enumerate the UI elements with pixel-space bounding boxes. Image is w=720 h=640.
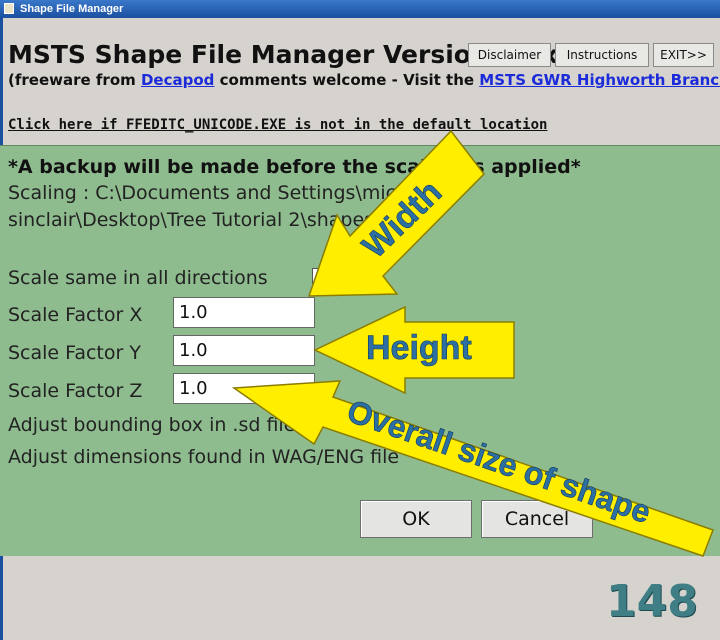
window-title: Shape File Manager	[20, 3, 124, 15]
exit-button[interactable]: EXIT>>	[653, 43, 714, 67]
scale-y-input[interactable]: 1.0	[173, 335, 315, 366]
backup-warning: *A backup will be made before the scalin…	[8, 156, 581, 178]
gwr-highworth-link[interactable]: MSTS GWR Highworth Branch	[479, 71, 720, 89]
window-titlebar: Shape File Manager	[0, 0, 720, 18]
page-number: 148	[606, 576, 698, 627]
scale-x-input[interactable]: 1.0	[173, 297, 315, 328]
scale-x-label: Scale Factor X	[8, 304, 143, 326]
decapod-link[interactable]: Decapod	[141, 71, 214, 89]
scaling-path: Scaling : C:\Documents and Settings\mich…	[8, 182, 437, 231]
cancel-button[interactable]: Cancel	[481, 500, 593, 538]
disclaimer-button[interactable]: Disclaimer	[468, 43, 551, 67]
ffeditc-location-link[interactable]: Click here if FFEDITC_UNICODE.EXE is not…	[8, 117, 547, 133]
credits-middle: comments welcome - Visit the	[214, 71, 480, 89]
credits-line: (freeware from Decapod comments welcome …	[8, 71, 720, 89]
scale-z-input[interactable]: 1.0	[173, 373, 315, 404]
adjust-bbox-label: Adjust bounding box in .sd file	[8, 414, 296, 436]
scale-same-label: Scale same in all directions	[8, 267, 268, 289]
scale-same-checkbox[interactable]	[312, 268, 328, 284]
app-icon	[4, 3, 14, 14]
adjust-dims-label: Adjust dimensions found in WAG/ENG file	[8, 446, 400, 468]
ok-button[interactable]: OK	[360, 500, 472, 538]
scale-y-label: Scale Factor Y	[8, 342, 141, 364]
instructions-button[interactable]: Instructions	[555, 43, 649, 67]
scale-z-label: Scale Factor Z	[8, 380, 143, 402]
credits-prefix: (freeware from	[8, 71, 141, 89]
